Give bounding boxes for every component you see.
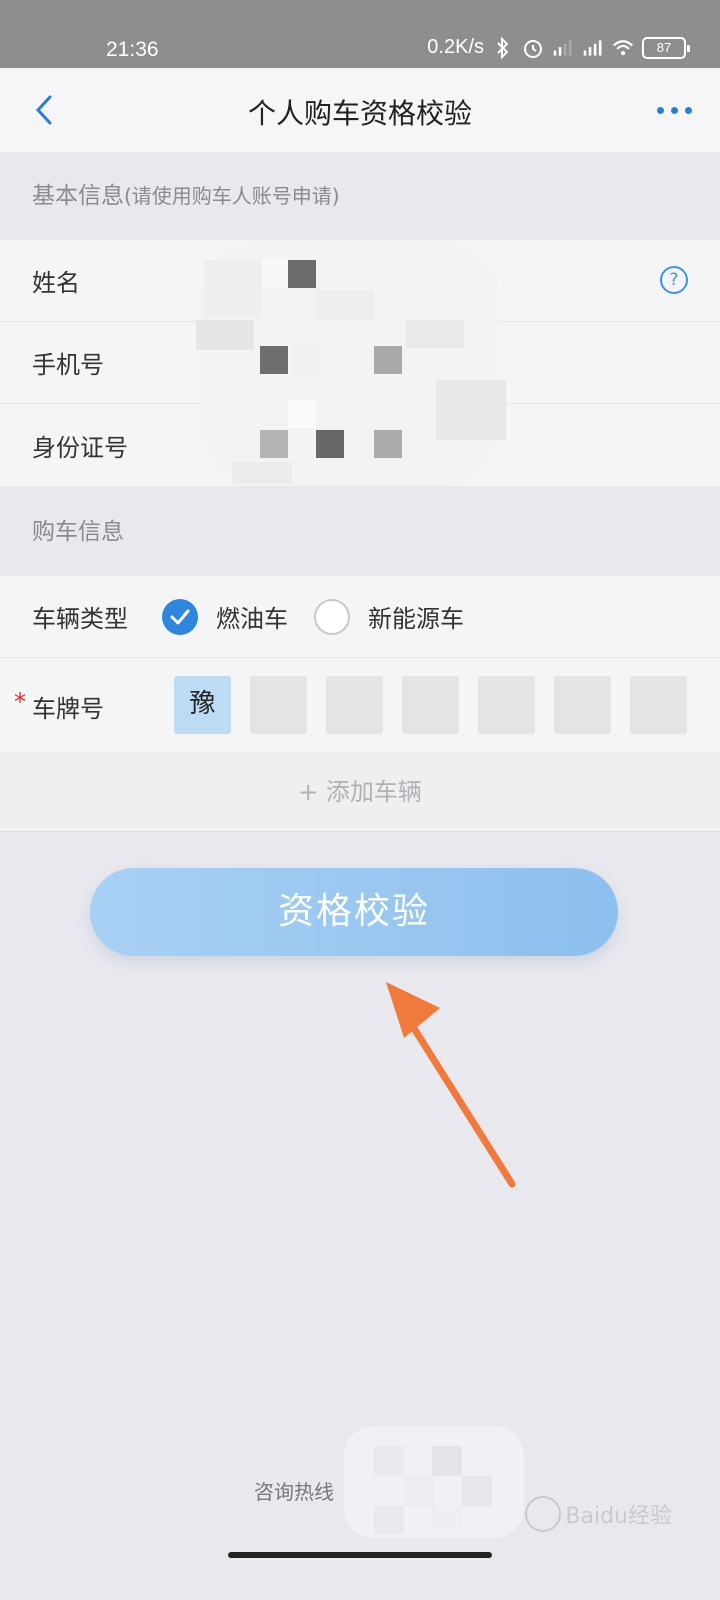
id-number-label: 身份证号	[32, 433, 128, 462]
vehicle-type-options: 燃油车 新能源车	[162, 598, 490, 635]
nav-bar: 个人购车资格校验	[0, 68, 720, 152]
required-mark: *	[14, 688, 26, 716]
plate-cell[interactable]	[402, 676, 459, 734]
plate-cell[interactable]	[630, 676, 687, 734]
watermark-text: Baidu经验	[565, 1504, 672, 1529]
vehicle-type-row: 车辆类型 燃油车 新能源车	[0, 576, 720, 658]
vehicle-type-label: 车辆类型	[32, 605, 128, 633]
section-title: 基本信息	[32, 183, 124, 209]
plate-cell-province[interactable]: 豫	[174, 676, 231, 734]
plate-cell[interactable]	[250, 676, 307, 734]
more-dot	[670, 106, 678, 114]
plate-cell[interactable]	[478, 676, 535, 734]
baidu-paw-icon	[525, 1496, 562, 1532]
name-label: 姓名	[32, 269, 80, 297]
alarm-icon	[522, 37, 544, 59]
signal-hd-icon	[582, 37, 604, 59]
radio-fuel-car[interactable]	[162, 598, 198, 635]
section-subtitle: (请使用购车人账号申请)	[124, 184, 340, 208]
section-purchase-info: 购车信息	[0, 488, 720, 576]
more-dot	[684, 106, 692, 114]
more-dots-icon	[656, 106, 664, 114]
wifi-icon	[612, 37, 634, 59]
help-icon[interactable]: ?	[660, 266, 688, 294]
page-title: 个人购车资格校验	[247, 97, 472, 130]
plate-input[interactable]: 豫	[174, 676, 687, 734]
plate-cell[interactable]	[326, 676, 383, 734]
arrow-annotation-icon	[386, 982, 516, 1188]
check-icon	[170, 609, 190, 624]
radio-new-energy-car[interactable]	[314, 598, 350, 635]
add-vehicle-button[interactable]: + 添加车辆	[0, 752, 720, 832]
more-button[interactable]	[650, 96, 698, 124]
plate-row: * 车牌号 豫	[0, 658, 720, 754]
section-title: 购车信息	[32, 519, 124, 545]
new-energy-car-label[interactable]: 新能源车	[368, 599, 464, 634]
bluetooth-icon	[492, 36, 514, 59]
net-speed: 0.2K/s	[427, 36, 484, 58]
redacted-hotline	[344, 1426, 524, 1538]
fuel-car-label[interactable]: 燃油车	[216, 599, 288, 634]
plate-cell[interactable]	[554, 676, 611, 734]
signal-hd-icon	[552, 37, 574, 59]
purchase-info-form: 车辆类型 燃油车 新能源车 * 车牌号 豫	[0, 576, 720, 754]
status-bar: 21:36 0.2K/s 87	[0, 0, 720, 68]
verify-button[interactable]: 资格校验	[90, 868, 618, 956]
baidu-watermark: Baidu经验	[525, 1496, 672, 1532]
status-time: 21:36	[106, 38, 159, 61]
home-indicator[interactable]	[228, 1552, 492, 1558]
plate-label: 车牌号	[32, 694, 104, 723]
battery-icon: 87	[642, 36, 690, 59]
section-basic-info: 基本信息(请使用购车人账号申请)	[0, 152, 720, 240]
hotline-label: 咨询热线	[254, 1480, 334, 1504]
phone-label: 手机号	[32, 351, 104, 379]
redacted-personal-info	[196, 240, 516, 490]
status-icons: 0.2K/s 87	[427, 36, 690, 59]
